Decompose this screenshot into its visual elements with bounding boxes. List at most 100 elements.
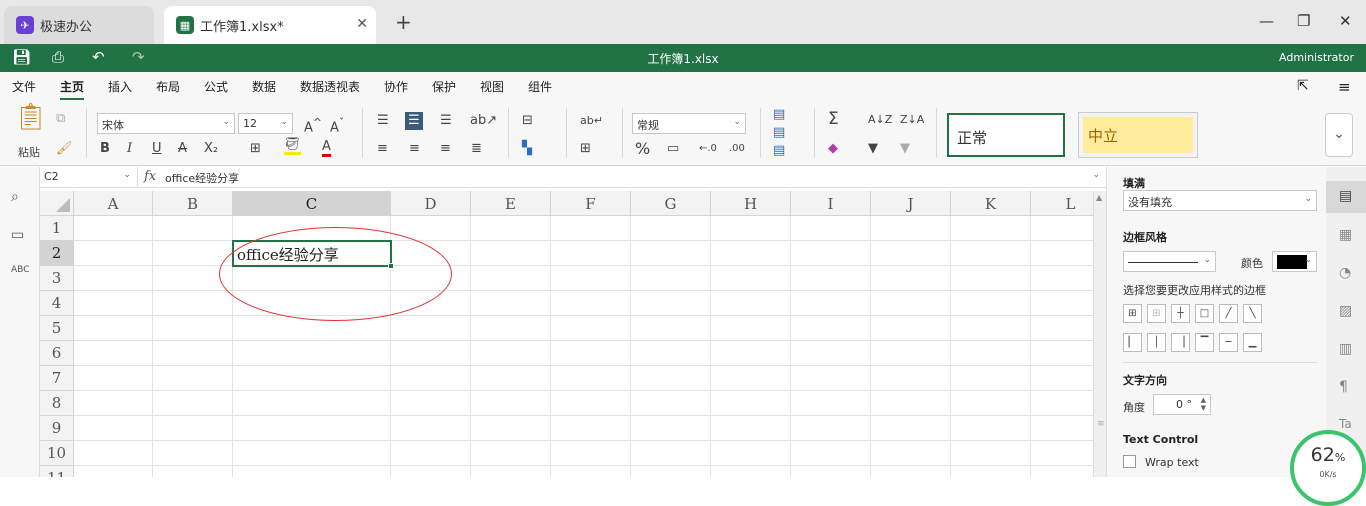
- bottom-border-icon[interactable]: ▁: [1243, 333, 1262, 352]
- cell-i9[interactable]: [791, 416, 871, 441]
- column-header-b[interactable]: B: [153, 191, 233, 216]
- cell-f9[interactable]: [551, 416, 631, 441]
- scroll-thumb[interactable]: ≡: [1097, 419, 1105, 429]
- column-header-h[interactable]: H: [711, 191, 791, 216]
- cell-i3[interactable]: [791, 266, 871, 291]
- merge-cells-icon[interactable]: ⊟: [522, 114, 533, 128]
- cell-a1[interactable]: [74, 216, 153, 241]
- sort-ascending-icon[interactable]: A↓Z: [868, 113, 892, 127]
- name-box[interactable]: C2 ⌄: [40, 167, 138, 187]
- cell-e2[interactable]: [471, 241, 551, 266]
- column-header-k[interactable]: K: [951, 191, 1031, 216]
- menu-insert[interactable]: 插入: [108, 78, 132, 95]
- column-header-f[interactable]: F: [551, 191, 631, 216]
- cell-g9[interactable]: [631, 416, 711, 441]
- close-tab-icon[interactable]: ✕: [356, 16, 368, 32]
- underline-icon[interactable]: U: [152, 142, 162, 156]
- cell-i11[interactable]: [791, 466, 871, 477]
- cell-k4[interactable]: [951, 291, 1031, 316]
- spreadsheet-grid[interactable]: ABCDEFGHIJKL 1234567891011 office经验分享: [40, 191, 1093, 477]
- cell-i5[interactable]: [791, 316, 871, 341]
- cell-k11[interactable]: [951, 466, 1031, 477]
- cell-f8[interactable]: [551, 391, 631, 416]
- left-border-icon[interactable]: ▏: [1123, 333, 1142, 352]
- row-header-4[interactable]: 4: [40, 291, 74, 316]
- cell-j11[interactable]: [871, 466, 951, 477]
- cell-k10[interactable]: [951, 441, 1031, 466]
- cell-f6[interactable]: [551, 341, 631, 366]
- cell-d6[interactable]: [391, 341, 471, 366]
- decrease-font-icon[interactable]: Aˇ: [330, 116, 344, 135]
- font-color-icon[interactable]: A: [322, 140, 331, 157]
- cell-j9[interactable]: [871, 416, 951, 441]
- cell-l9[interactable]: [1031, 416, 1093, 441]
- paste-icon[interactable]: 📋︎: [14, 104, 47, 130]
- column-header-l[interactable]: L: [1031, 191, 1093, 216]
- user-name[interactable]: Administrator: [1279, 51, 1354, 64]
- subscript-icon[interactable]: X₂: [204, 142, 218, 156]
- fill-select[interactable]: 没有填充 ⌄: [1123, 190, 1317, 211]
- cell-k3[interactable]: [951, 266, 1031, 291]
- right-border-icon[interactable]: ▕: [1171, 333, 1190, 352]
- cell-l5[interactable]: [1031, 316, 1093, 341]
- cell-j2[interactable]: [871, 241, 951, 266]
- cell-a4[interactable]: [74, 291, 153, 316]
- cell-c6[interactable]: [233, 341, 391, 366]
- column-header-d[interactable]: D: [391, 191, 471, 216]
- cell-k1[interactable]: [951, 216, 1031, 241]
- align-top-icon[interactable]: ☰: [377, 114, 389, 128]
- cell-k6[interactable]: [951, 341, 1031, 366]
- cell-i10[interactable]: [791, 441, 871, 466]
- cell-k5[interactable]: [951, 316, 1031, 341]
- align-center-icon[interactable]: ≡: [409, 142, 420, 156]
- cell-a9[interactable]: [74, 416, 153, 441]
- menu-plugins[interactable]: 组件: [528, 78, 552, 95]
- cell-a7[interactable]: [74, 366, 153, 391]
- formula-input[interactable]: office经验分享: [165, 170, 239, 186]
- strikethrough-icon[interactable]: A: [178, 142, 187, 156]
- menu-home[interactable]: 主页: [60, 78, 85, 100]
- cell-i7[interactable]: [791, 366, 871, 391]
- inner-borders-icon[interactable]: ┼: [1171, 304, 1190, 323]
- number-format-select[interactable]: 常规 ⌄: [632, 113, 746, 134]
- menu-protect[interactable]: 保护: [432, 78, 456, 95]
- cell-a10[interactable]: [74, 441, 153, 466]
- maximize-button[interactable]: ❐: [1297, 12, 1310, 30]
- cell-h10[interactable]: [711, 441, 791, 466]
- format-painter-icon[interactable]: 🖌︎: [56, 142, 73, 156]
- cell-d5[interactable]: [391, 316, 471, 341]
- cell-i2[interactable]: [791, 241, 871, 266]
- close-window-button[interactable]: ✕: [1339, 12, 1352, 30]
- cell-l7[interactable]: [1031, 366, 1093, 391]
- cell-format-icon[interactable]: ▚: [522, 142, 532, 156]
- sort-descending-icon[interactable]: Z↓A: [900, 113, 924, 127]
- row-header-11[interactable]: 11: [40, 466, 74, 477]
- insert-cells-icon[interactable]: ▤: [773, 108, 785, 122]
- tab-workbook[interactable]: ▦ 工作簿1.xlsx* ✕: [164, 6, 376, 44]
- fill-color-icon[interactable]: 🪣︎: [284, 138, 301, 155]
- cell-settings-tab[interactable]: ▤: [1326, 181, 1366, 213]
- cell-j6[interactable]: [871, 341, 951, 366]
- cell-a3[interactable]: [74, 266, 153, 291]
- percent-icon[interactable]: %: [635, 141, 650, 157]
- row-header-7[interactable]: 7: [40, 366, 74, 391]
- cell-e1[interactable]: [471, 216, 551, 241]
- expand-formula-icon[interactable]: ⌄: [1092, 170, 1100, 180]
- cell-d7[interactable]: [391, 366, 471, 391]
- cell-g4[interactable]: [631, 291, 711, 316]
- cell-j1[interactable]: [871, 216, 951, 241]
- cell-e10[interactable]: [471, 441, 551, 466]
- cell-g1[interactable]: [631, 216, 711, 241]
- cell-k9[interactable]: [951, 416, 1031, 441]
- copy-icon[interactable]: ⧉: [56, 112, 65, 126]
- cell-d11[interactable]: [391, 466, 471, 477]
- format-cells-icon[interactable]: ▤: [773, 144, 785, 158]
- menu-formula[interactable]: 公式: [204, 78, 228, 95]
- cell-g11[interactable]: [631, 466, 711, 477]
- shape-settings-icon[interactable]: ◔: [1339, 265, 1351, 281]
- angle-input[interactable]: 0 ° ▲ ▼: [1153, 394, 1211, 415]
- cell-h7[interactable]: [711, 366, 791, 391]
- cell-b9[interactable]: [153, 416, 233, 441]
- cell-f5[interactable]: [551, 316, 631, 341]
- cell-i4[interactable]: [791, 291, 871, 316]
